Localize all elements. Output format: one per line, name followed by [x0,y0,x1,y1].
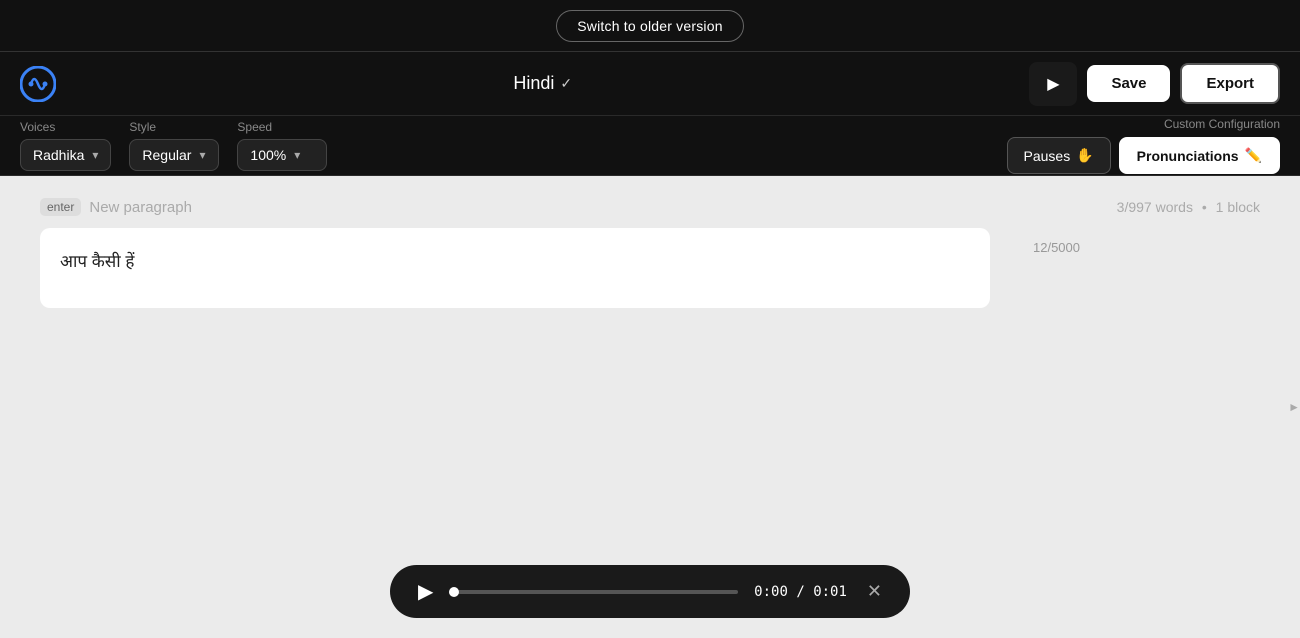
voices-group: Voices Radhika ▾ [20,120,111,171]
controls-bar: Voices Radhika ▾ Style Regular ▾ Speed 1… [0,116,1300,176]
speed-value: 100% [250,147,286,163]
speed-label: Speed [237,120,327,134]
player-play-button[interactable]: ▶ [418,579,433,604]
speed-chevron-icon: ▾ [294,148,300,162]
header-actions: ▶ Save Export [1029,62,1280,106]
close-icon: ✕ [867,581,882,601]
language-chevron-icon: ✓ [560,75,572,92]
word-count-display: 3/997 words • 1 block [1117,199,1260,215]
logo-icon [20,66,56,102]
pauses-button[interactable]: Pauses ✋ [1007,137,1111,174]
progress-dot [449,587,459,597]
language-label: Hindi [513,73,554,94]
player-play-icon: ▶ [418,581,433,603]
time-display: 0:00 / 0:01 [754,584,847,600]
block-count-text: 1 block [1216,199,1260,215]
text-block-content: आप कैसी हें [60,248,970,275]
total-time: 0:01 [813,584,847,600]
pause-icon: ✋ [1076,147,1093,164]
voices-chevron-icon: ▾ [92,148,98,162]
language-selector-area: Hindi ✓ [56,73,1029,94]
progress-track[interactable] [449,590,738,594]
config-buttons: Pauses ✋ Pronunciations ✏️ [1007,137,1280,174]
voices-dropdown[interactable]: Radhika ▾ [20,139,111,171]
custom-config-section: Custom Configuration Pauses ✋ Pronunciat… [1007,117,1280,174]
language-dropdown[interactable]: Hindi ✓ [513,73,572,94]
play-preview-button[interactable]: ▶ [1029,62,1077,106]
audio-player: ▶ 0:00 / 0:01 ✕ [390,565,910,618]
enter-badge: enter [40,198,81,216]
voices-value: Radhika [33,147,84,163]
top-banner: Switch to older version [0,0,1300,52]
style-label: Style [129,120,219,134]
separator: • [1202,199,1207,215]
pronunciations-button[interactable]: Pronunciations ✏️ [1119,137,1280,174]
style-value: Regular [142,147,191,163]
pronunciations-label: Pronunciations [1137,148,1239,164]
pronunciation-icon: ✏️ [1245,147,1262,164]
style-dropdown[interactable]: Regular ▾ [129,139,219,171]
progress-bar-container [449,590,738,594]
export-button[interactable]: Export [1180,63,1280,104]
speed-dropdown[interactable]: 100% ▾ [237,139,327,171]
paragraph-hint-row: enter New paragraph 3/997 words • 1 bloc… [40,198,1260,216]
current-time: 0:00 [754,584,788,600]
new-paragraph-hint: enter New paragraph [40,198,192,216]
sidebar-arrow-icon: ► [1288,400,1300,414]
style-group: Style Regular ▾ [129,120,219,171]
speed-group: Speed 100% ▾ [237,120,327,171]
text-block[interactable]: आप कैसी हें [40,228,990,308]
voices-label: Voices [20,120,111,134]
custom-config-label: Custom Configuration [1164,117,1280,131]
time-separator: / [796,584,813,600]
play-icon: ▶ [1047,74,1059,94]
switch-version-button[interactable]: Switch to older version [556,10,743,42]
header-bar: Hindi ✓ ▶ Save Export [0,52,1300,116]
pauses-label: Pauses [1024,148,1071,164]
text-block-wrapper: आप कैसी हें 12/5000 [40,228,1000,308]
style-chevron-icon: ▾ [199,148,205,162]
close-player-button[interactable]: ✕ [867,581,882,602]
char-count-display: 12/5000 [1033,240,1080,255]
save-button[interactable]: Save [1087,65,1170,102]
new-paragraph-placeholder: New paragraph [89,199,192,216]
word-count-text: 3/997 words [1117,199,1193,215]
